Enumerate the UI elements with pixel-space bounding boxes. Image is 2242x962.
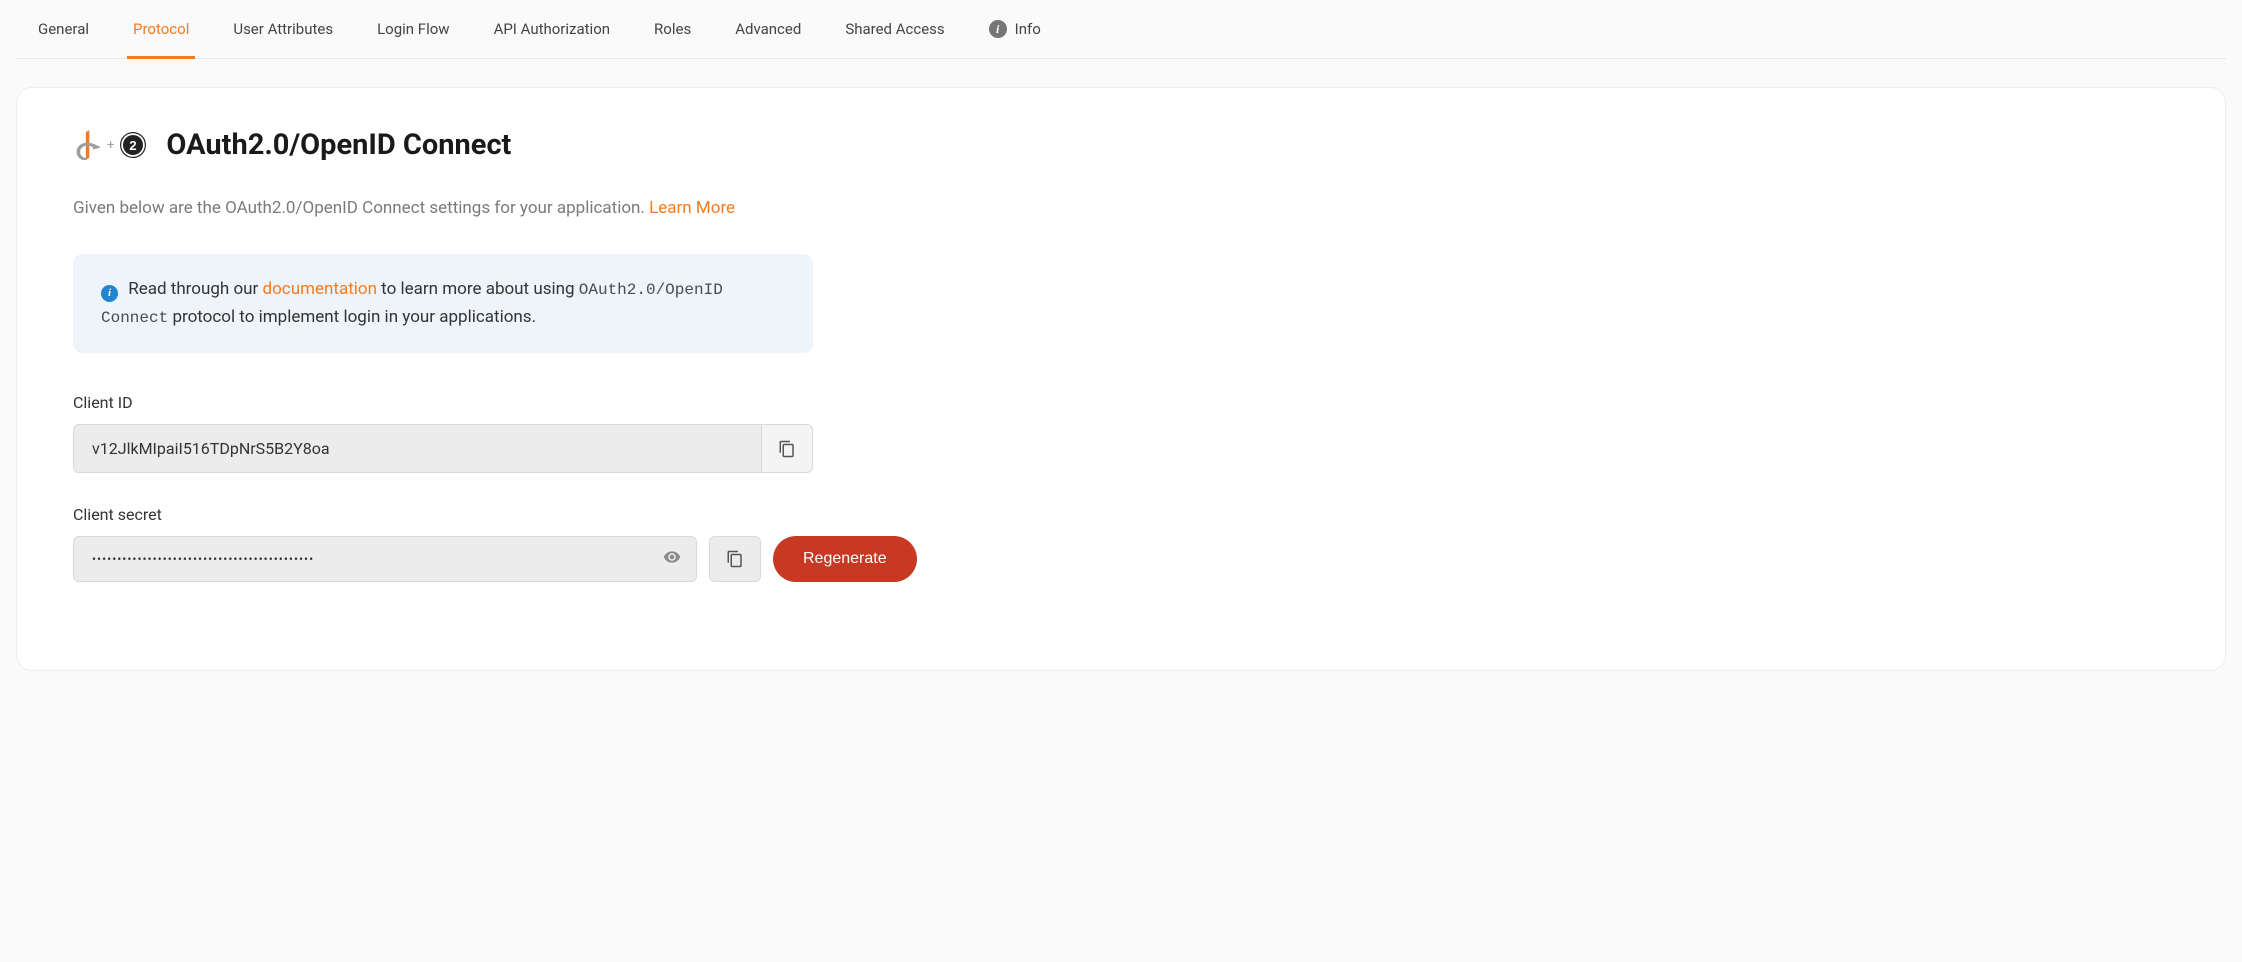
- copy-icon: [726, 550, 744, 568]
- tab-user-attributes[interactable]: User Attributes: [227, 0, 339, 58]
- regenerate-button[interactable]: Regenerate: [773, 536, 917, 582]
- openid-icon: [73, 130, 101, 160]
- plus-icon: +: [107, 138, 114, 153]
- tab-label: Shared Access: [845, 20, 944, 38]
- info-icon: i: [101, 285, 118, 302]
- svg-text:2: 2: [130, 138, 137, 153]
- card-header: + 2 OAuth2.0/OpenID Connect: [73, 128, 2169, 162]
- tab-login-flow[interactable]: Login Flow: [371, 0, 455, 58]
- tab-label: User Attributes: [233, 20, 333, 38]
- banner-text-mid: to learn more about using: [377, 279, 579, 299]
- documentation-link[interactable]: documentation: [263, 279, 377, 299]
- tab-label: General: [38, 20, 89, 38]
- client-id-field: Client ID: [73, 393, 2169, 473]
- copy-client-secret-button[interactable]: [709, 536, 761, 582]
- banner-text-prefix: Read through our: [124, 279, 263, 299]
- protocol-card: + 2 OAuth2.0/OpenID Connect Given below …: [16, 87, 2226, 671]
- tab-shared-access[interactable]: Shared Access: [839, 0, 950, 58]
- tab-label: Roles: [654, 20, 691, 38]
- toggle-visibility-button[interactable]: [663, 548, 681, 570]
- copy-client-id-button[interactable]: [762, 424, 813, 473]
- description-text: Given below are the OAuth2.0/OpenID Conn…: [73, 198, 649, 218]
- client-secret-input[interactable]: [73, 536, 697, 582]
- tab-protocol[interactable]: Protocol: [127, 0, 195, 58]
- tab-label: API Authorization: [494, 20, 610, 38]
- tab-label: Login Flow: [377, 20, 449, 38]
- learn-more-link[interactable]: Learn More: [649, 198, 735, 218]
- protocol-logo-group: + 2: [73, 130, 146, 160]
- client-id-input[interactable]: [73, 424, 762, 473]
- tab-label: Advanced: [735, 20, 801, 38]
- tab-info[interactable]: i Info: [983, 0, 1047, 58]
- eye-icon: [663, 548, 681, 566]
- copy-icon: [778, 440, 796, 458]
- tab-advanced[interactable]: Advanced: [729, 0, 807, 58]
- tab-label: Protocol: [133, 20, 189, 38]
- oauth-icon: 2: [120, 132, 146, 158]
- banner-text-suffix: protocol to implement login in your appl…: [172, 307, 536, 327]
- info-icon: i: [989, 20, 1007, 38]
- client-secret-field: Client secret Regenerate: [73, 505, 2169, 582]
- tab-general[interactable]: General: [32, 0, 95, 58]
- tab-roles[interactable]: Roles: [648, 0, 697, 58]
- client-id-label: Client ID: [73, 393, 2169, 412]
- tab-api-authorization[interactable]: API Authorization: [488, 0, 616, 58]
- tab-label: Info: [1015, 20, 1041, 38]
- card-description: Given below are the OAuth2.0/OpenID Conn…: [73, 198, 2169, 218]
- tab-bar: General Protocol User Attributes Login F…: [16, 0, 2226, 59]
- info-banner: i Read through our documentation to lear…: [73, 254, 813, 353]
- card-title: OAuth2.0/OpenID Connect: [166, 128, 511, 162]
- client-secret-label: Client secret: [73, 505, 2169, 524]
